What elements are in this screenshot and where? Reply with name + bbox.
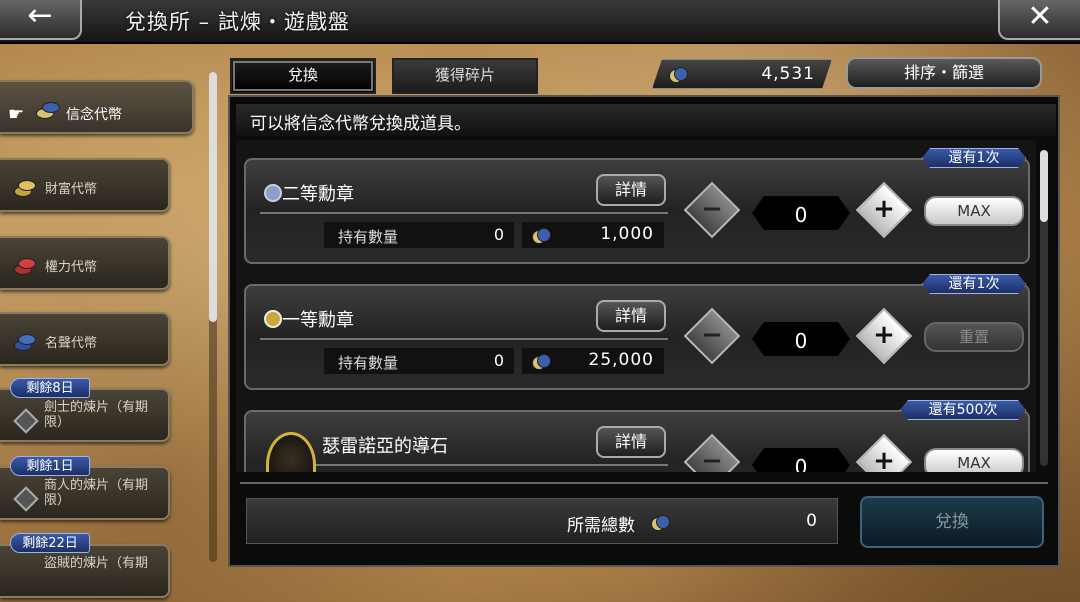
character-portrait xyxy=(266,432,316,472)
tab-exchange[interactable]: 兌換 xyxy=(230,58,376,94)
detail-button[interactable]: 詳情 xyxy=(596,426,666,458)
currency-display: 4,531 xyxy=(652,59,832,89)
item-name: 瑟雷諾亞的導石 xyxy=(322,436,448,457)
fame-token-icon xyxy=(14,332,40,351)
pointing-hand-icon: ☛ xyxy=(8,104,25,125)
sidebar-item-label: 信念代幣 xyxy=(66,107,122,123)
back-button[interactable]: ← xyxy=(0,0,82,40)
remaining-days-badge: 剩餘1日 xyxy=(10,456,90,476)
wealth-token-icon xyxy=(14,178,40,197)
sidebar-item-faith-token[interactable]: ☛ 信念代幣 xyxy=(0,80,194,134)
sidebar-item-label: 名聲代幣 xyxy=(45,336,98,351)
divider xyxy=(240,482,1048,484)
close-icon: ✕ xyxy=(1027,0,1053,34)
detail-button[interactable]: 詳情 xyxy=(596,300,666,332)
increase-button[interactable]: + xyxy=(855,307,913,365)
sidebar-item-label: 劍士的煉片（有期限） xyxy=(44,400,149,430)
limit-badge: 還有1次 xyxy=(922,274,1026,294)
increase-button[interactable]: + xyxy=(855,181,913,239)
total-label: 所需總數 xyxy=(567,516,635,536)
decrease-button[interactable]: − xyxy=(683,433,741,472)
divider xyxy=(260,212,668,214)
faith-token-icon xyxy=(669,67,687,81)
item-name: 一等勳章 xyxy=(282,310,354,331)
sidebar-item-fame-token[interactable]: 名聲代幣 xyxy=(0,312,170,366)
medal-icon xyxy=(264,310,282,328)
quantity-value: 0 xyxy=(752,322,850,356)
total-required-bar: 所需總數 0 xyxy=(246,498,838,544)
faith-token-icon xyxy=(36,100,62,119)
list-item: 二等勳章 詳情 持有數量 0 1,000 − 0 + MAX xyxy=(244,158,1030,264)
currency-amount: 4,531 xyxy=(761,64,815,84)
faith-token-icon xyxy=(532,228,551,244)
remaining-days-badge: 剩餘8日 xyxy=(10,378,90,398)
fragment-icon xyxy=(13,408,39,434)
quantity-value: 0 xyxy=(752,448,850,472)
held-value: 0 xyxy=(493,225,504,244)
back-arrow-icon: ← xyxy=(27,0,53,33)
exchange-button[interactable]: 兌換 xyxy=(860,496,1044,548)
plus-icon: + xyxy=(873,446,895,472)
minus-icon: − xyxy=(701,446,723,472)
quantity-value: 0 xyxy=(752,196,850,230)
max-button[interactable]: MAX xyxy=(924,196,1024,226)
held-quantity: 持有數量 0 xyxy=(324,348,514,374)
item-name: 二等勳章 xyxy=(282,184,354,205)
detail-button[interactable]: 詳情 xyxy=(596,174,666,206)
list-scrollbar-thumb[interactable] xyxy=(1040,150,1048,222)
sidebar-item-label: 權力代幣 xyxy=(45,260,98,275)
power-token-icon xyxy=(14,256,40,275)
divider xyxy=(316,464,668,466)
held-quantity: 持有數量 0 xyxy=(324,222,514,248)
item-list[interactable]: 二等勳章 詳情 持有數量 0 1,000 − 0 + MAX 一等勳章 詳情 持… xyxy=(236,140,1036,472)
page-title: 兌換所 – 試煉・遊戲盤 xyxy=(125,10,350,34)
sidebar-item-wealth-token[interactable]: 財富代幣 xyxy=(0,158,170,212)
limit-badge: 還有1次 xyxy=(922,148,1026,168)
reset-button[interactable]: 重置 xyxy=(924,322,1024,352)
sidebar-item-label: 財富代幣 xyxy=(45,182,98,197)
tab-obtain-fragments[interactable]: 獲得碎片 xyxy=(392,58,538,94)
sidebar-scrollbar-thumb[interactable] xyxy=(209,72,217,322)
cost-value: 25,000 xyxy=(588,350,654,370)
item-cost: 25,000 xyxy=(522,348,664,374)
faith-token-icon xyxy=(532,354,551,370)
total-value: 0 xyxy=(806,511,817,531)
plus-icon: + xyxy=(873,320,895,350)
minus-icon: − xyxy=(701,194,723,224)
fragment-icon xyxy=(13,486,39,512)
list-item: 一等勳章 詳情 持有數量 0 25,000 − 0 + 重置 xyxy=(244,284,1030,390)
held-label: 持有數量 xyxy=(338,354,399,372)
sort-filter-button[interactable]: 排序・篩選 xyxy=(846,57,1042,89)
cost-value: 1,000 xyxy=(600,224,654,244)
decrease-button[interactable]: − xyxy=(683,181,741,239)
close-button[interactable]: ✕ xyxy=(998,0,1080,40)
description-text: 可以將信念代幣兌換成道具。 xyxy=(250,114,471,134)
limit-badge: 還有500次 xyxy=(900,400,1026,420)
sidebar-item-label: 盜賊的煉片（有期 xyxy=(44,556,149,571)
medal-icon xyxy=(264,184,282,202)
minus-icon: − xyxy=(701,320,723,350)
divider xyxy=(260,338,668,340)
decrease-button[interactable]: − xyxy=(683,307,741,365)
remaining-days-badge: 剩餘22日 xyxy=(10,533,90,553)
item-cost: 1,000 xyxy=(522,222,664,248)
top-bar: ← 兌換所 – 試煉・遊戲盤 ✕ xyxy=(0,0,1080,44)
held-value: 0 xyxy=(493,351,504,370)
sidebar-item-label: 商人的煉片（有期限） xyxy=(44,478,149,508)
description-bar: 可以將信念代幣兌換成道具。 xyxy=(236,104,1056,136)
held-label: 持有數量 xyxy=(338,228,399,246)
increase-button[interactable]: + xyxy=(855,433,913,472)
plus-icon: + xyxy=(873,194,895,224)
faith-token-icon xyxy=(651,515,670,531)
sidebar-item-power-token[interactable]: 權力代幣 xyxy=(0,236,170,290)
max-button[interactable]: MAX xyxy=(924,448,1024,472)
